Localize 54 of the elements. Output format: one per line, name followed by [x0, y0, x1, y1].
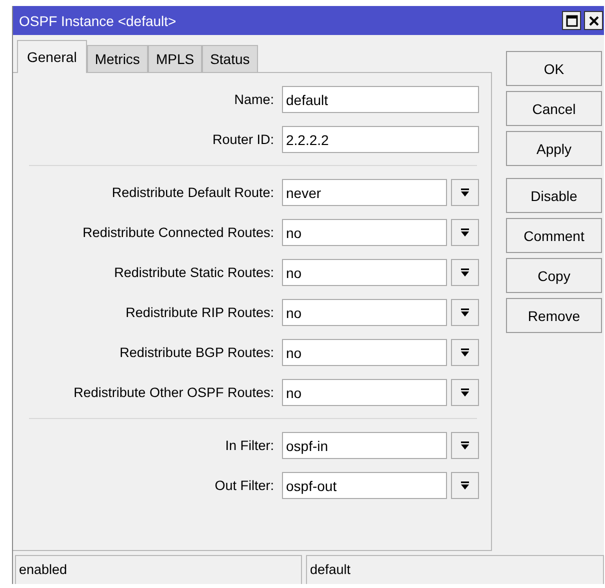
dropdown-button[interactable]: [451, 379, 479, 406]
dropdown-field[interactable]: no: [282, 219, 447, 246]
field-label: Router ID:: [211, 132, 275, 147]
action-button[interactable]: Copy: [506, 258, 602, 293]
action-button[interactable]: Cancel: [506, 91, 602, 126]
tab[interactable]: Metrics: [86, 45, 148, 72]
status-cell: default: [306, 555, 604, 584]
action-button[interactable]: Apply: [506, 131, 602, 166]
dropdown-button[interactable]: [451, 299, 479, 326]
dropdown-field[interactable]: never: [282, 179, 447, 206]
dropdown-button[interactable]: [451, 432, 479, 459]
action-button[interactable]: Comment: [506, 218, 602, 253]
action-button[interactable]: OK: [506, 51, 602, 86]
field-label: Redistribute Static Routes:: [113, 265, 275, 280]
maximize-button[interactable]: [562, 11, 581, 30]
window-title: OSPF Instance <default>: [18, 12, 176, 28]
caret-icon: [460, 388, 470, 398]
field-label: In Filter:: [224, 438, 275, 453]
dropdown-field[interactable]: ospf-out: [282, 472, 447, 499]
caret-icon: [460, 480, 470, 490]
tab[interactable]: MPLS: [148, 45, 202, 72]
input-field[interactable]: 2.2.2.2: [282, 126, 479, 153]
tab[interactable]: General: [17, 40, 87, 73]
field-label: Redistribute BGP Routes:: [118, 345, 275, 360]
dropdown-field[interactable]: no: [282, 339, 447, 366]
field-label: Out Filter:: [214, 478, 275, 493]
dropdown-button[interactable]: [451, 219, 479, 246]
field-label: Redistribute RIP Routes:: [124, 305, 275, 320]
field-label: Name:: [233, 92, 275, 107]
field-label: Redistribute Default Route:: [110, 185, 275, 200]
dropdown-button[interactable]: [451, 259, 479, 286]
close-icon: [588, 14, 600, 26]
caret-icon: [460, 228, 470, 238]
dropdown-button[interactable]: [451, 339, 479, 366]
caret-icon: [460, 188, 470, 198]
field-label: Redistribute Other OSPF Routes:: [72, 385, 275, 400]
dropdown-field[interactable]: ospf-in: [282, 432, 447, 459]
close-button[interactable]: [584, 11, 603, 30]
action-button[interactable]: Disable: [506, 178, 602, 213]
status-cell: enabled: [15, 555, 302, 584]
dropdown-field[interactable]: no: [282, 379, 447, 406]
dropdown-button[interactable]: [451, 179, 479, 206]
field-label: Redistribute Connected Routes:: [82, 225, 275, 240]
caret-icon: [460, 440, 470, 450]
tab[interactable]: Status: [202, 45, 258, 72]
caret-icon: [460, 308, 470, 318]
action-button[interactable]: Remove: [506, 298, 602, 333]
dropdown-button[interactable]: [451, 472, 479, 499]
dropdown-field[interactable]: no: [282, 299, 447, 326]
maximize-icon: [566, 14, 578, 26]
input-field[interactable]: default: [282, 86, 479, 113]
dropdown-field[interactable]: no: [282, 259, 447, 286]
caret-icon: [460, 348, 470, 358]
caret-icon: [460, 268, 470, 278]
